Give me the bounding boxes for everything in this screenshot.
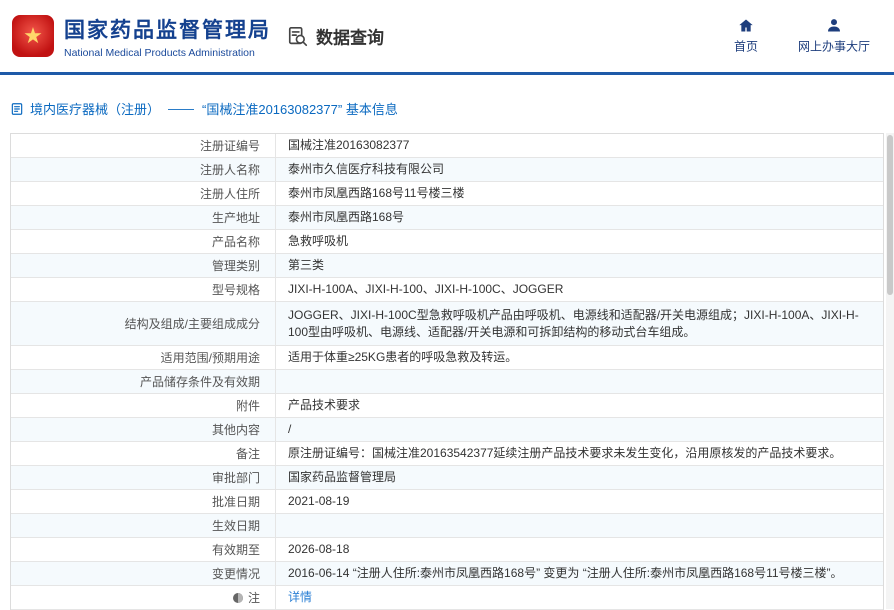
row-label: 审批部门	[11, 466, 276, 489]
national-emblem-icon: ★	[12, 15, 54, 57]
row-value: 2021-08-19	[276, 490, 883, 513]
row-value: 详情	[276, 586, 883, 609]
row-value: 泰州市久信医疗科技有限公司	[276, 158, 883, 181]
row-value	[276, 370, 883, 393]
registration-info-table: 注册证编号 国械注准20163082377 注册人名称 泰州市久信医疗科技有限公…	[10, 133, 884, 610]
row-label: 有效期至	[11, 538, 276, 561]
row-value	[276, 514, 883, 537]
table-row-production-address: 生产地址 泰州市凤凰西路168号	[11, 206, 883, 230]
table-row-remarks: 备注 原注册证编号：国械注准20163542377延续注册产品技术要求未发生变化…	[11, 442, 883, 466]
table-row-approval-date: 批准日期 2021-08-19	[11, 490, 883, 514]
row-label: 其他内容	[11, 418, 276, 441]
table-row-model-spec: 型号规格 JIXI-H-100A、JIXI-H-100、JIXI-H-100C、…	[11, 278, 883, 302]
note-icon	[232, 592, 244, 604]
document-icon	[10, 102, 24, 116]
table-row-expiry-date: 有效期至 2026-08-18	[11, 538, 883, 562]
row-value: 产品技术要求	[276, 394, 883, 417]
row-value: 国家药品监督管理局	[276, 466, 883, 489]
table-row-note: 注 详情	[11, 586, 883, 610]
page-header: ★ 国家药品监督管理局 National Medical Products Ad…	[0, 0, 894, 72]
nav-home-label: 首页	[734, 38, 758, 55]
scrollbar-thumb[interactable]	[887, 135, 893, 295]
table-row-intended-use: 适用范围/预期用途 适用于体重≥25KG患者的呼吸急救及转运。	[11, 346, 883, 370]
agency-title-en: National Medical Products Administration	[64, 47, 271, 59]
nav-online-hall[interactable]: 网上办事大厅	[798, 18, 870, 55]
table-row-other-content: 其他内容 /	[11, 418, 883, 442]
row-label: 注册人住所	[11, 182, 276, 205]
table-row-attachment: 附件 产品技术要求	[11, 394, 883, 418]
row-label: 注	[11, 586, 276, 609]
row-value: JIXI-H-100A、JIXI-H-100、JIXI-H-100C、JOGGE…	[276, 278, 883, 301]
row-label: 管理类别	[11, 254, 276, 277]
row-value: 2026-08-18	[276, 538, 883, 561]
row-label: 生产地址	[11, 206, 276, 229]
breadcrumb-separator: ——	[168, 101, 194, 116]
row-value: JOGGER、JIXI-H-100C型急救呼吸机产品由呼吸机、电源线和适配器/开…	[276, 302, 883, 345]
table-row-effective-date: 生效日期	[11, 514, 883, 538]
data-query-icon	[287, 25, 309, 47]
row-value: 2016-06-14 “注册人住所:泰州市凤凰西路168号” 变更为 “注册人住…	[276, 562, 883, 585]
header-nav: 首页 网上办事大厅	[734, 18, 870, 55]
row-label: 注册证编号	[11, 134, 276, 157]
table-row-approval-department: 审批部门 国家药品监督管理局	[11, 466, 883, 490]
row-value: 泰州市凤凰西路168号	[276, 206, 883, 229]
section-title: 数据查询	[316, 24, 384, 49]
breadcrumb: 境内医疗器械（注册） —— “国械注准20163082377” 基本信息	[10, 99, 894, 118]
row-value: /	[276, 418, 883, 441]
row-value: 适用于体重≥25KG患者的呼吸急救及转运。	[276, 346, 883, 369]
note-label: 注	[248, 590, 260, 606]
agency-logo[interactable]: ★ 国家药品监督管理局 National Medical Products Ad…	[12, 14, 271, 59]
user-icon	[826, 18, 842, 34]
table-row-storage-conditions: 产品储存条件及有效期	[11, 370, 883, 394]
nav-online-hall-label: 网上办事大厅	[798, 38, 870, 55]
breadcrumb-category[interactable]: 境内医疗器械（注册）	[30, 99, 160, 118]
row-value: 泰州市凤凰西路168号11号楼三楼	[276, 182, 883, 205]
scrollbar-track[interactable]	[886, 133, 894, 609]
table-row-registrant-name: 注册人名称 泰州市久信医疗科技有限公司	[11, 158, 883, 182]
nav-home[interactable]: 首页	[734, 18, 758, 55]
table-row-change-record: 变更情况 2016-06-14 “注册人住所:泰州市凤凰西路168号” 变更为 …	[11, 562, 883, 586]
row-label: 生效日期	[11, 514, 276, 537]
row-label: 结构及组成/主要组成成分	[11, 302, 276, 345]
row-label: 注册人名称	[11, 158, 276, 181]
table-row-reg-number: 注册证编号 国械注准20163082377	[11, 134, 883, 158]
section-data-query: 数据查询	[287, 24, 384, 49]
row-value: 第三类	[276, 254, 883, 277]
row-label: 适用范围/预期用途	[11, 346, 276, 369]
row-label: 变更情况	[11, 562, 276, 585]
row-value: 国械注准20163082377	[276, 134, 883, 157]
breadcrumb-title: “国械注准20163082377” 基本信息	[202, 99, 398, 118]
table-row-composition: 结构及组成/主要组成成分 JOGGER、JIXI-H-100C型急救呼吸机产品由…	[11, 302, 883, 346]
header-divider	[0, 72, 894, 75]
row-label: 产品名称	[11, 230, 276, 253]
table-row-registrant-address: 注册人住所 泰州市凤凰西路168号11号楼三楼	[11, 182, 883, 206]
row-label: 批准日期	[11, 490, 276, 513]
row-value: 原注册证编号：国械注准20163542377延续注册产品技术要求未发生变化，沿用…	[276, 442, 883, 465]
row-label: 备注	[11, 442, 276, 465]
table-row-management-class: 管理类别 第三类	[11, 254, 883, 278]
row-label: 型号规格	[11, 278, 276, 301]
agency-title-cn: 国家药品监督管理局	[64, 14, 271, 44]
home-icon	[738, 18, 754, 34]
row-value: 急救呼吸机	[276, 230, 883, 253]
row-label: 附件	[11, 394, 276, 417]
row-label: 产品储存条件及有效期	[11, 370, 276, 393]
detail-link[interactable]: 详情	[288, 589, 312, 606]
table-row-product-name: 产品名称 急救呼吸机	[11, 230, 883, 254]
